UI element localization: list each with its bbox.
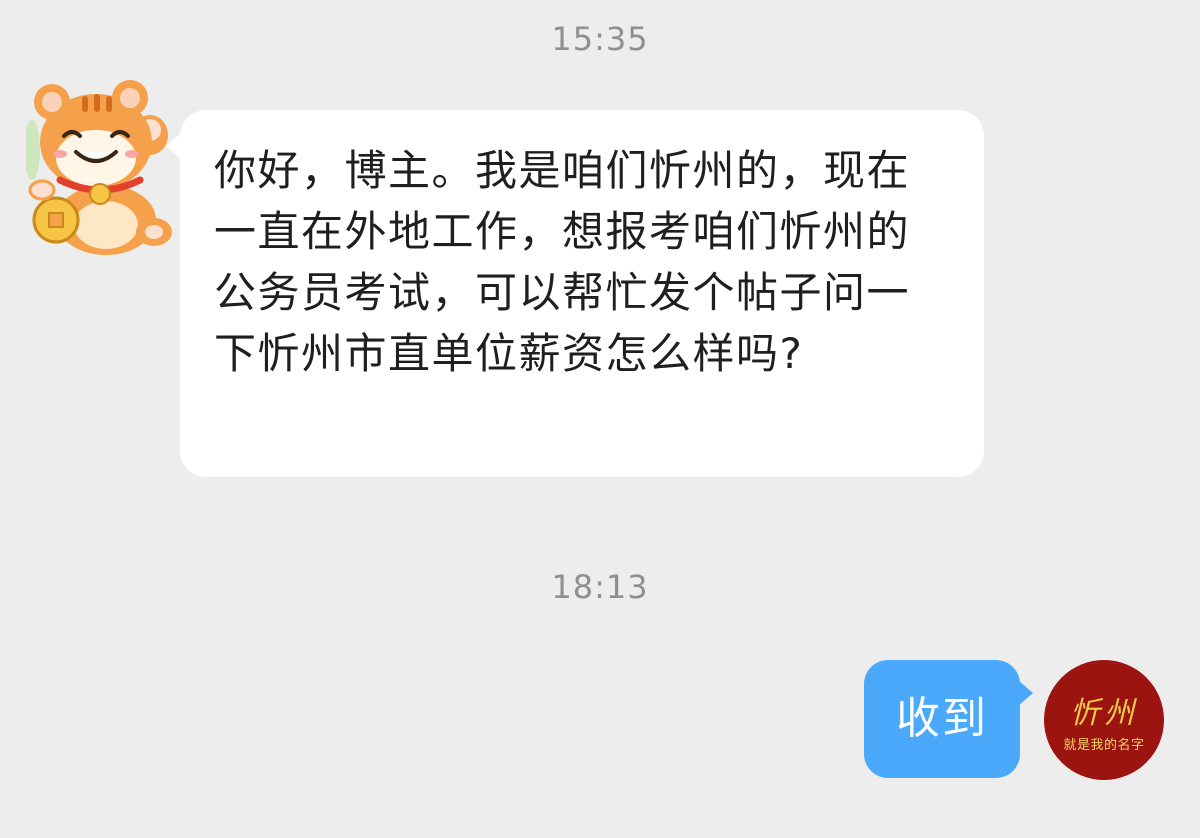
self-avatar-title: 忻州 bbox=[1070, 696, 1138, 731]
timestamp: 15:35 bbox=[551, 20, 649, 58]
tiger-avatar-icon[interactable] bbox=[24, 80, 180, 260]
outgoing-message-text: 收到 bbox=[896, 693, 988, 744]
timestamp: 18:13 bbox=[551, 568, 649, 606]
incoming-message-bubble[interactable]: 你好，博主。我是咱们忻州的，现在一直在外地工作，想报考咱们忻州的公务员考试，可以… bbox=[166, 110, 984, 477]
self-avatar-subtitle: 就是我的名字 bbox=[1063, 738, 1145, 753]
incoming-message-text: 你好，博主。我是咱们忻州的，现在一直在外地工作，想报考咱们忻州的公务员考试，可以… bbox=[214, 146, 911, 378]
outgoing-message-bubble[interactable]: 收到 bbox=[864, 660, 1033, 778]
self-avatar[interactable]: 忻州 就是我的名字 bbox=[1044, 660, 1164, 780]
